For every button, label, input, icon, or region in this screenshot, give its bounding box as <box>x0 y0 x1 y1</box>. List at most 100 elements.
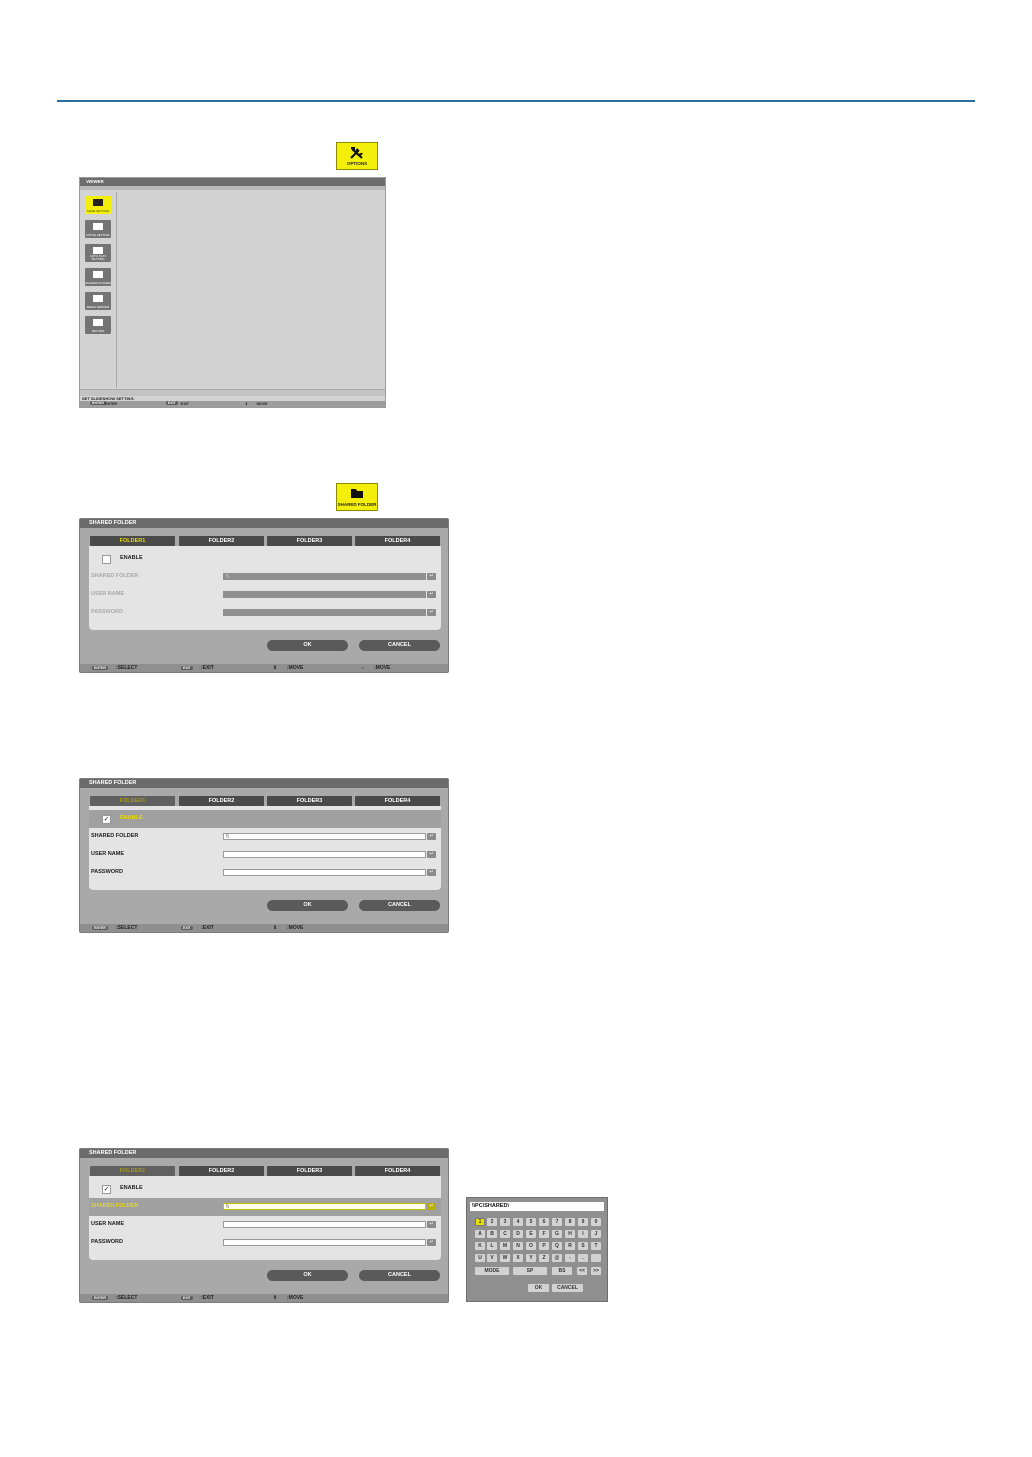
menu-shared-folder[interactable]: SHARED FOLDER <box>85 268 111 286</box>
user-name-label: USER NAME <box>91 851 125 857</box>
key[interactable]: R <box>565 1242 575 1250</box>
tab-folder1[interactable]: FOLDER1 <box>90 536 175 546</box>
user-name-field[interactable] <box>223 591 426 598</box>
menu-return[interactable]: RETURN <box>85 316 111 334</box>
keyboard-cancel-button[interactable]: CANCEL <box>552 1284 583 1292</box>
user-name-field[interactable] <box>223 1221 426 1228</box>
viewer-window: VIEWER SLIDE SETTING MOVIE SETTING AUTO … <box>79 177 386 408</box>
password-field[interactable] <box>223 869 426 876</box>
key[interactable]: P <box>539 1242 549 1250</box>
key[interactable]: Y <box>526 1254 536 1262</box>
ok-button[interactable]: OK <box>267 1270 348 1281</box>
key[interactable] <box>591 1254 601 1262</box>
tab-folder1[interactable]: FOLDER1 <box>90 796 175 806</box>
key[interactable]: M <box>500 1242 510 1250</box>
space-key[interactable]: SP <box>513 1267 547 1275</box>
tab-folder4[interactable]: FOLDER4 <box>355 536 440 546</box>
key[interactable]: D <box>513 1230 523 1238</box>
user-name-field[interactable] <box>223 851 426 858</box>
tab-folder3[interactable]: FOLDER3 <box>267 796 352 806</box>
tab-folder2[interactable]: FOLDER2 <box>179 1166 264 1176</box>
enter-icon[interactable]: ↵ <box>427 609 436 616</box>
menu-movie-setting[interactable]: MOVIE SETTING <box>85 220 111 238</box>
tab-folder4[interactable]: FOLDER4 <box>355 796 440 806</box>
tab-folder2[interactable]: FOLDER2 <box>179 536 264 546</box>
tab-folder2[interactable]: FOLDER2 <box>179 796 264 806</box>
key[interactable]: B <box>487 1230 497 1238</box>
shared-folder-field[interactable]: \\ <box>223 833 426 840</box>
key[interactable]: 8 <box>565 1218 575 1226</box>
mode-key[interactable]: MODE <box>475 1267 509 1275</box>
cancel-button[interactable]: CANCEL <box>359 900 440 911</box>
viewer-title: VIEWER <box>80 178 385 186</box>
key[interactable]: G <box>552 1230 562 1238</box>
key[interactable]: 1 <box>475 1218 485 1226</box>
menu-slide-setting[interactable]: SLIDE SETTING <box>85 196 111 214</box>
key[interactable]: S <box>578 1242 588 1250</box>
shared-folder-field[interactable]: \\ <box>223 1203 426 1210</box>
ok-button[interactable]: OK <box>267 640 348 651</box>
enter-icon[interactable]: ↵ <box>427 869 436 876</box>
key[interactable]: 5 <box>526 1218 536 1226</box>
enter-icon[interactable]: ↵ <box>427 1221 436 1228</box>
key[interactable]: - <box>565 1254 575 1262</box>
key[interactable]: V <box>487 1254 497 1262</box>
password-field[interactable] <box>223 1239 426 1246</box>
key[interactable]: J <box>591 1230 601 1238</box>
enable-checkbox[interactable]: ✓ <box>102 815 111 824</box>
enter-icon[interactable]: ↵ <box>427 573 436 580</box>
enter-icon[interactable]: ↵ <box>427 1239 436 1246</box>
enter-icon[interactable]: ↵ <box>427 833 436 840</box>
ok-button[interactable]: OK <box>267 900 348 911</box>
tab-folder3[interactable]: FOLDER3 <box>267 1166 352 1176</box>
key[interactable]: Q <box>552 1242 562 1250</box>
key[interactable]: N <box>513 1242 523 1250</box>
key[interactable]: Z <box>539 1254 549 1262</box>
key[interactable]: @ <box>552 1254 562 1262</box>
enter-icon[interactable]: ↵ <box>427 851 436 858</box>
key[interactable]: 0 <box>591 1218 601 1226</box>
menu-media-server[interactable]: MEDIA SERVER <box>85 292 111 310</box>
tab-folder1[interactable]: FOLDER1 <box>90 1166 175 1176</box>
key[interactable]: 2 <box>487 1218 497 1226</box>
shared-folder-dialog-disabled: SHARED FOLDER FOLDER1 FOLDER2 FOLDER3 FO… <box>79 518 449 673</box>
cancel-button[interactable]: CANCEL <box>359 640 440 651</box>
key[interactable]: 7 <box>552 1218 562 1226</box>
move-vertical-icon: ⇕ <box>273 925 278 931</box>
key[interactable]: X <box>513 1254 523 1262</box>
cursor-right-key[interactable]: >> <box>591 1267 601 1275</box>
key[interactable]: 6 <box>539 1218 549 1226</box>
key[interactable]: L <box>487 1242 497 1250</box>
key[interactable]: 3 <box>500 1218 510 1226</box>
key[interactable]: W <box>500 1254 510 1262</box>
move-vertical-icon: ⇕ <box>273 665 278 671</box>
key[interactable]: C <box>500 1230 510 1238</box>
enter-icon[interactable]: ↵ <box>427 591 436 598</box>
key[interactable]: A <box>475 1230 485 1238</box>
menu-auto-play-setting[interactable]: AUTO PLAY SETTING <box>85 244 111 262</box>
key[interactable]: O <box>526 1242 536 1250</box>
keyboard-input[interactable]: \\PC\SHARED\ <box>470 1202 604 1211</box>
key[interactable]: H <box>565 1230 575 1238</box>
play-icon <box>93 247 103 254</box>
key[interactable]: 4 <box>513 1218 523 1226</box>
keyboard-ok-button[interactable]: OK <box>528 1284 549 1292</box>
backspace-key[interactable]: BS <box>552 1267 572 1275</box>
key[interactable]: . <box>578 1254 588 1262</box>
key[interactable]: E <box>526 1230 536 1238</box>
tab-folder3[interactable]: FOLDER3 <box>267 536 352 546</box>
shared-folder-field[interactable]: \\ <box>223 573 426 580</box>
key[interactable]: K <box>475 1242 485 1250</box>
password-field[interactable] <box>223 609 426 616</box>
key[interactable]: U <box>475 1254 485 1262</box>
key[interactable]: I <box>578 1230 588 1238</box>
enable-checkbox[interactable]: ✓ <box>102 1185 111 1194</box>
cursor-left-key[interactable]: << <box>577 1267 587 1275</box>
enable-checkbox[interactable] <box>102 555 111 564</box>
key[interactable]: F <box>539 1230 549 1238</box>
key[interactable]: 9 <box>578 1218 588 1226</box>
cancel-button[interactable]: CANCEL <box>359 1270 440 1281</box>
enter-icon[interactable]: ↵ <box>427 1203 436 1210</box>
tab-folder4[interactable]: FOLDER4 <box>355 1166 440 1176</box>
key[interactable]: T <box>591 1242 601 1250</box>
